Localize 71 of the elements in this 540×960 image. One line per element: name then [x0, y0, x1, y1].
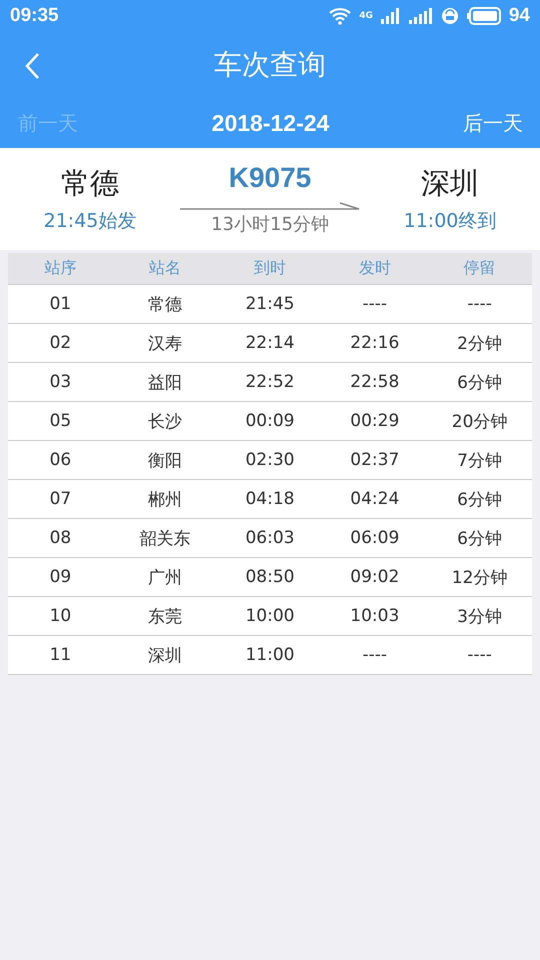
table-cell-text: ----	[466, 645, 493, 665]
page-title: 车次查询	[214, 47, 326, 83]
column-header: 发时	[358, 258, 392, 279]
column-header: 停留	[462, 258, 497, 279]
table-cell-text: 衡阳	[147, 450, 184, 472]
signal-icon	[408, 8, 433, 24]
table-cell-text: 7分钟	[456, 450, 503, 472]
table-cell-text: 00:09	[244, 411, 296, 431]
table-cell-text: ----	[466, 294, 493, 314]
table-cell-text: 汉寿	[147, 332, 184, 354]
table-cell-text: 04:18	[244, 489, 296, 509]
table-cell-text: 22:52	[244, 372, 296, 392]
table-cell-text: 10	[48, 606, 72, 626]
battery-level: 94	[508, 5, 530, 27]
table-cell-text: 韶关东	[138, 528, 192, 550]
column-header: 到时	[252, 258, 287, 279]
train-number: K9075	[228, 162, 312, 194]
battery-icon	[466, 7, 501, 25]
table-cell-text: 06:03	[244, 528, 296, 548]
table-cell-text: ----	[362, 645, 388, 665]
table-cell-text: 11:00	[244, 645, 296, 665]
table-cell-text: 深圳	[147, 644, 184, 666]
signal-icon	[380, 8, 401, 24]
table-cell-text: 郴州	[147, 488, 184, 510]
next-day-button[interactable]: 后一天	[463, 110, 523, 136]
table-cell-text: ----	[362, 294, 388, 314]
table-cell-text: 长沙	[147, 410, 184, 432]
table-cell-text: 常德	[147, 294, 184, 316]
table-cell-text: 东莞	[147, 606, 184, 628]
table-cell-text: 10:00	[244, 606, 296, 626]
table-cell-text: 00:29	[349, 411, 400, 431]
table-cell-text: 12分钟	[450, 566, 508, 588]
table-cell-text: 22:14	[244, 333, 296, 353]
table-cell-text: 22:16	[349, 333, 400, 353]
column-header: 站名	[148, 258, 182, 279]
table-cell-text: 09:02	[349, 567, 400, 587]
table-cell-text: 6分钟	[456, 488, 503, 510]
departure-time: 21:45始发	[44, 209, 136, 234]
table-cell-text: 6分钟	[456, 372, 503, 394]
table-cell-text: 6分钟	[456, 528, 503, 550]
status-time: 09:35	[10, 5, 59, 27]
table-cell-text: 21:45	[244, 294, 296, 314]
table-cell-text: 3分钟	[456, 606, 503, 628]
table-cell-text: 广州	[147, 566, 184, 588]
table-cell-text: 20分钟	[450, 410, 508, 432]
table-cell-text: 10:03	[349, 606, 400, 626]
column-header: 站序	[43, 258, 78, 279]
table-cell-text: 07	[48, 489, 72, 509]
table-cell-text: 02:30	[244, 450, 296, 470]
network-label: 4G	[359, 11, 373, 21]
wifi-icon	[329, 7, 352, 25]
table-cell-text: 05	[48, 411, 72, 431]
arrival-time: 11:00终到	[404, 209, 496, 234]
date-label: 2018-12-24	[212, 110, 330, 136]
travel-duration: 13小时15分钟	[211, 213, 329, 236]
table-cell-text: 06	[48, 450, 72, 470]
table-cell-text: 02:37	[349, 450, 400, 470]
table-cell-text: 22:58	[349, 372, 400, 392]
arrival-station: 深圳	[421, 165, 479, 202]
table-cell-text: 06:09	[349, 528, 400, 548]
table-cell-text: 益阳	[147, 372, 184, 394]
table-cell-text: 04:24	[349, 489, 400, 509]
table-cell-text: 08:50	[244, 567, 296, 587]
table-cell-text: 02	[48, 333, 72, 353]
table-cell-text: 03	[48, 372, 72, 392]
table-cell-text: 08	[48, 528, 72, 548]
table-cell-text: 2分钟	[456, 332, 503, 354]
table-cell-text: 09	[48, 567, 72, 587]
table-cell-text: 11	[48, 645, 72, 665]
table-cell-text: 01	[48, 294, 72, 314]
departure-station: 常德	[61, 165, 119, 202]
